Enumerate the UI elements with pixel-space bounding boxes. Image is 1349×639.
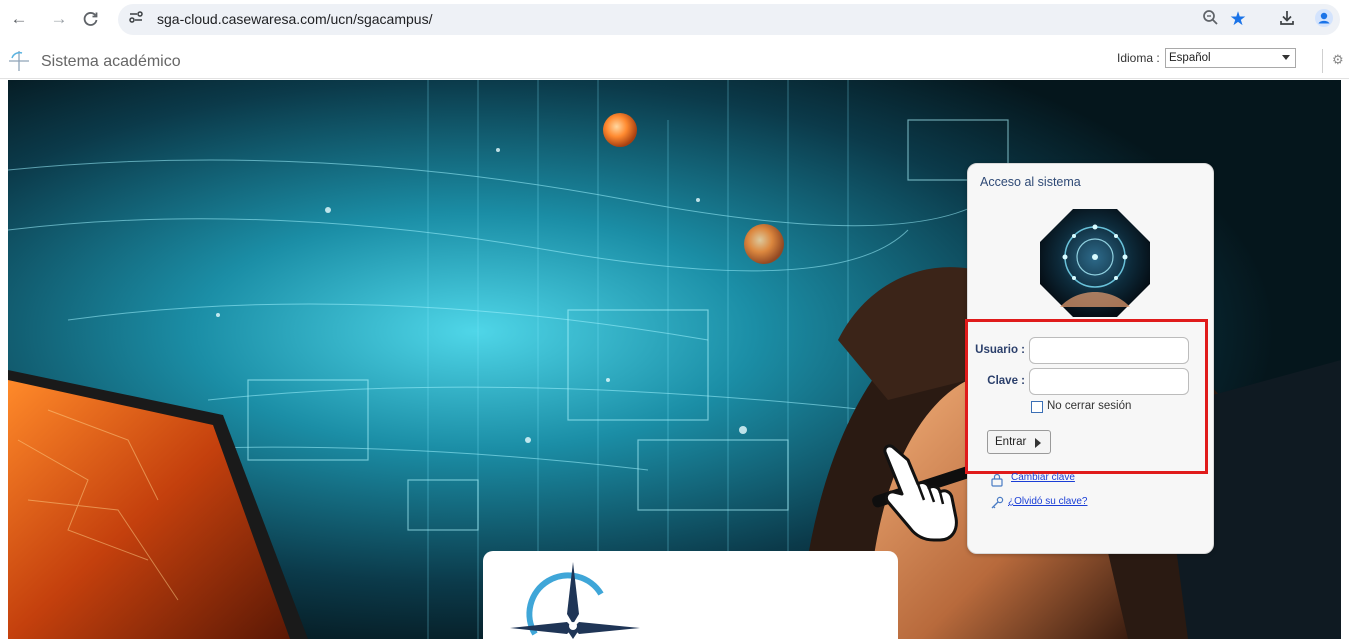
language-selected-value: Español bbox=[1169, 52, 1211, 64]
forgot-password-link[interactable]: ¿Olvidó su clave? bbox=[1008, 496, 1087, 507]
back-arrow-icon[interactable]: ← bbox=[8, 8, 30, 30]
browser-toolbar: ← → sga-cloud.casewaresa.com/ucn/sgacamp… bbox=[0, 0, 1349, 40]
zoom-icon[interactable] bbox=[1199, 8, 1223, 32]
language-select[interactable]: Español bbox=[1165, 48, 1296, 68]
language-label: Idioma : bbox=[1117, 51, 1160, 65]
compass-logo-icon bbox=[505, 562, 645, 639]
app-title: Sistema académico bbox=[41, 53, 181, 70]
password-input[interactable] bbox=[1029, 368, 1189, 395]
bookmark-star-icon[interactable]: ★ bbox=[1226, 8, 1250, 32]
username-input[interactable] bbox=[1029, 337, 1189, 364]
reload-icon[interactable] bbox=[80, 8, 102, 30]
lock-icon bbox=[990, 473, 1004, 487]
enter-button[interactable]: Entrar bbox=[987, 430, 1051, 454]
key-icon bbox=[990, 496, 1004, 510]
change-password-link[interactable]: Cambiar clave bbox=[1011, 472, 1075, 483]
login-title: Acceso al sistema bbox=[980, 175, 1081, 189]
remember-session-checkbox[interactable] bbox=[1031, 401, 1043, 413]
remember-session-label[interactable]: No cerrar sesión bbox=[1047, 400, 1131, 412]
profile-icon[interactable] bbox=[1312, 8, 1336, 32]
download-icon[interactable] bbox=[1275, 8, 1299, 32]
settings-icon[interactable]: ⚙ bbox=[1332, 52, 1344, 68]
password-label: Clave : bbox=[987, 375, 1025, 387]
enter-button-label: Entrar bbox=[995, 436, 1027, 448]
play-triangle-icon bbox=[1035, 438, 1041, 448]
site-info-icon[interactable] bbox=[125, 8, 147, 30]
url-text[interactable]: sga-cloud.casewaresa.com/ucn/sgacampus/ bbox=[157, 11, 432, 27]
header-divider bbox=[1322, 49, 1323, 73]
forward-arrow-icon[interactable]: → bbox=[48, 8, 70, 30]
compass-logo-icon bbox=[8, 50, 30, 72]
pointing-hand-cursor-icon bbox=[880, 442, 960, 546]
username-label: Usuario : bbox=[975, 344, 1025, 356]
chevron-down-icon bbox=[1282, 55, 1290, 60]
circuit-brain-avatar-icon bbox=[1038, 207, 1152, 319]
